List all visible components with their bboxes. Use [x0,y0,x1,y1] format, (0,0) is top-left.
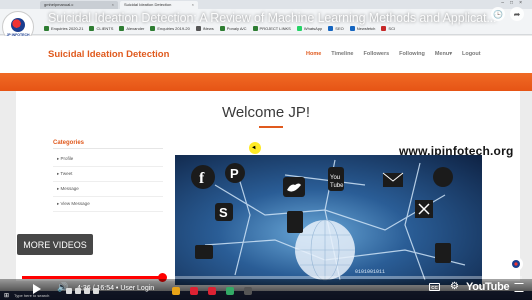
svg-text:Tube: Tube [330,183,344,189]
fullscreen-icon[interactable] [514,283,524,292]
header-band [0,73,532,91]
close-icon[interactable]: × [192,2,194,7]
bookmark-label: SCI [388,25,396,31]
bookmark-icon [252,25,258,31]
bookmark-label: Newsfetch [356,25,376,31]
video-top-actions: 🕒 ➦ [491,7,524,21]
divider [53,196,163,197]
bookmark-item[interactable]: PROJECT LINKS [252,25,291,31]
share-icon[interactable]: ➦ [510,7,524,21]
bookmark-icon [296,25,302,31]
bookmark-icon [44,25,49,31]
bookmark-item[interactable]: Newsfetch [349,25,376,31]
bookmark-icon [381,25,387,31]
divider [53,181,163,182]
bookmark-label: CLIENTS [96,25,114,31]
taskbar-app-icon[interactable] [93,288,99,294]
window-controls[interactable]: –□× [501,0,528,6]
bookmark-item[interactable]: SCI [381,25,396,31]
nav-item[interactable]: Menu▾ [435,51,452,57]
bookmark-icon [349,25,355,31]
watch-later-icon[interactable]: 🕒 [491,7,505,21]
app-icon[interactable] [190,287,198,295]
bookmark-item[interactable]: CLIENTS [89,25,114,31]
bookmark-label: Alexander [126,25,145,31]
taskbar-apps [172,287,252,295]
taskbar-app-icon[interactable] [75,288,81,294]
folder-icon[interactable] [172,287,180,295]
bookmark-icon [150,25,156,31]
bookmark-label: iNews [202,25,214,31]
screen: gmhelpmanual.c × Suicidal Ideation Detec… [0,0,532,300]
divider [53,148,163,149]
svg-text:S: S [219,205,228,220]
youtube-logo[interactable]: YouTube [466,281,510,293]
taskbar-pinned-icons [66,288,99,294]
subtitles-icon[interactable]: CC [429,283,440,291]
svg-text:0101001011: 0101001011 [355,269,385,275]
social-media-collage: f P You Tube S 0101001011 [175,155,482,285]
bookmark-label: Ponaly A/C [226,25,247,31]
bookmark-item[interactable]: Enquiries 2019-20 [150,25,190,31]
bookmark-item[interactable]: WhatsApp [296,25,323,31]
site-brand[interactable]: Suicidal Ideation Detection [48,49,169,60]
browser-tab-bar: gmhelpmanual.c × Suicidal Ideation Detec… [0,0,532,9]
settings-icon[interactable]: ⚙ [450,281,459,292]
app-icon[interactable] [208,287,216,295]
cursor-highlight-icon [249,142,261,154]
more-videos-button[interactable]: MORE VIDEOS [17,234,93,255]
svg-text:f: f [199,170,205,187]
nav-item[interactable]: Home [306,51,321,57]
heading-underline [259,126,283,128]
bookmark-label: PROJECT LINKS [259,25,291,31]
bookmark-icon [219,25,225,31]
bookmark-item[interactable]: Enquiries 2020-21 [44,25,84,31]
taskbar-app-icon[interactable] [66,288,72,294]
bookmark-label: Enquiries 2019-20 [157,25,190,31]
category-link[interactable]: ▸ View Message [57,201,90,207]
taskbar-app-icon[interactable] [84,288,90,294]
tab-label: gmhelpmanual.c [44,2,74,7]
site-nav: Home Timeline Followers Following Menu▾ Logou… [306,51,481,57]
category-link[interactable]: ▸ Message [57,186,79,192]
svg-text:P: P [230,166,239,181]
play-icon[interactable] [33,284,41,294]
close-icon[interactable]: × [112,2,114,7]
video-title[interactable]: Suicidal Ideation Detection: A Review of… [48,11,497,25]
categories-title: Categories [53,140,85,146]
divider [53,166,163,167]
nav-item[interactable]: Following [399,51,425,57]
welcome-heading: Welcome JP! [221,104,311,121]
svg-text:You: You [330,175,340,181]
category-link[interactable]: ▸ Tweet [57,171,72,177]
nav-item[interactable]: Logout [462,51,481,57]
app-icon[interactable] [244,287,252,295]
windows-icon[interactable]: ⊞ [4,292,9,299]
bookmark-item[interactable]: SEO [328,25,344,31]
nav-item[interactable]: Followers [364,51,390,57]
bookmark-icon [119,25,125,31]
browser-tab-active[interactable]: Suicidal Ideation Detection × [120,0,198,9]
bookmark-item[interactable]: iNews [195,25,214,31]
taskbar-search[interactable]: Type here to search [14,293,49,298]
channel-watermark-icon[interactable] [508,256,524,272]
bookmark-item[interactable]: Ponaly A/C [219,25,247,31]
browser-tab[interactable]: gmhelpmanual.c × [40,0,118,9]
nav-item[interactable]: Timeline [331,51,353,57]
category-link[interactable]: ▸ Profile [57,156,73,162]
app-icon[interactable] [226,287,234,295]
bookmark-icon [195,25,201,31]
bookmark-label: Enquiries 2020-21 [51,25,84,31]
logo-mark-icon [11,17,25,32]
bookmark-icon [328,25,334,31]
bookmark-label: SEO [335,25,344,31]
bookmark-label: WhatsApp [303,25,323,31]
bookmark-item[interactable]: Alexander [119,25,145,31]
tab-label: Suicidal Ideation Detection [124,2,172,7]
divider [53,211,163,212]
bookmark-icon [89,25,95,31]
